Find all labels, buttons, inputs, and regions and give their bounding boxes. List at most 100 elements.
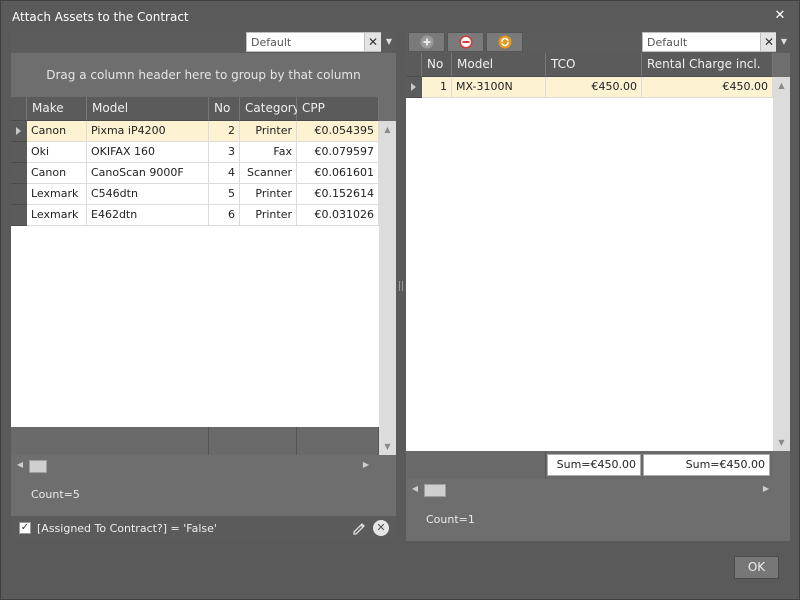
left-count-label: Count=5 (31, 488, 80, 501)
cell-cpp[interactable]: €0.031026 (297, 205, 379, 226)
left-grid: Make Model No Category CPP Canon Pixma i… (11, 97, 379, 427)
right-grid: No Model TCO Rental Charge incl. fix 1 M… (406, 53, 773, 451)
left-grid-footer (11, 427, 379, 455)
col-header-model[interactable]: Model (87, 97, 209, 121)
col-header-rental-charge[interactable]: Rental Charge incl. fix (642, 53, 773, 93)
cell-make[interactable]: Lexmark (27, 184, 87, 205)
cell-cpp[interactable]: €0.152614 (297, 184, 379, 205)
cell-category[interactable]: Printer (240, 121, 297, 142)
attached-assets-panel: Default ✕ ▼ No Model TCO Rental Charge i… (406, 31, 792, 541)
right-count-label: Count=1 (426, 513, 475, 526)
col-header-no[interactable]: No (422, 53, 452, 77)
rental-charge-sum: Sum=€450.00 (643, 454, 770, 476)
cell-model[interactable]: Pixma iP4200 (87, 121, 209, 142)
scroll-thumb[interactable] (29, 460, 47, 473)
scroll-up-icon[interactable]: ▲ (379, 125, 396, 134)
col-header-cpp[interactable]: CPP (297, 97, 379, 121)
row-indicator (11, 142, 27, 163)
ok-button[interactable]: OK (734, 556, 779, 579)
right-layout-dropdown-icon[interactable]: ▼ (776, 32, 792, 52)
cell-no[interactable]: 5 (209, 184, 240, 205)
table-row[interactable]: Canon Pixma iP4200 2 Printer €0.054395 (11, 121, 379, 142)
cell-category[interactable]: Fax (240, 142, 297, 163)
cell-model[interactable]: C546dtn (87, 184, 209, 205)
cell-no[interactable]: 2 (209, 121, 240, 142)
close-icon[interactable]: ✕ (773, 9, 787, 23)
clear-filter-icon[interactable]: ✕ (373, 520, 389, 536)
cell-rental-charge[interactable]: €450.00 (642, 77, 773, 98)
row-indicator (11, 163, 27, 184)
cell-make[interactable]: Lexmark (27, 205, 87, 226)
cell-no[interactable]: 3 (209, 142, 240, 163)
refresh-icon (498, 35, 512, 49)
cell-model[interactable]: CanoScan 9000F (87, 163, 209, 184)
col-header-category[interactable]: Category (240, 97, 300, 121)
cell-model[interactable]: MX-3100N (452, 77, 546, 98)
left-horizontal-scrollbar[interactable]: ◀ ▶ (11, 455, 379, 477)
current-row-arrow-icon (16, 127, 21, 135)
group-by-area[interactable]: Drag a column header here to group by th… (11, 53, 396, 97)
cell-make[interactable]: Canon (27, 163, 87, 184)
group-hint: Drag a column header here to group by th… (46, 68, 361, 82)
filter-expression[interactable]: [Assigned To Contract?] = 'False' (37, 522, 217, 535)
cell-cpp[interactable]: €0.061601 (297, 163, 379, 184)
filter-enabled-checkbox[interactable]: ✓ (19, 522, 31, 534)
col-header-make[interactable]: Make (27, 97, 87, 121)
left-vertical-scrollbar[interactable]: ▲ ▼ (379, 121, 396, 455)
table-row[interactable]: 1 MX-3100N €450.00 €450.00 (406, 77, 773, 98)
left-layout-clear-icon[interactable]: ✕ (364, 32, 382, 52)
cell-cpp[interactable]: €0.079597 (297, 142, 379, 163)
scroll-down-icon[interactable]: ▼ (773, 438, 790, 447)
refresh-button[interactable] (486, 32, 523, 52)
right-horizontal-scrollbar[interactable]: ◀ ▶ (406, 479, 773, 501)
cell-category[interactable]: Printer (240, 184, 297, 205)
panel-splitter[interactable] (396, 31, 406, 541)
scroll-left-icon[interactable]: ◀ (15, 460, 25, 469)
titlebar: Attach Assets to the Contract ✕ (1, 1, 799, 31)
col-header-no[interactable]: No (209, 97, 240, 121)
row-indicator (11, 121, 27, 142)
left-layout-combo[interactable]: Default (246, 32, 365, 52)
table-row[interactable]: Oki OKIFAX 160 3 Fax €0.079597 (11, 142, 379, 163)
scroll-right-icon[interactable]: ▶ (361, 460, 371, 469)
table-row[interactable]: Canon CanoScan 9000F 4 Scanner €0.061601 (11, 163, 379, 184)
right-vertical-scrollbar[interactable]: ▲ ▼ (773, 77, 790, 451)
cell-no[interactable]: 4 (209, 163, 240, 184)
cell-tco[interactable]: €450.00 (546, 77, 642, 98)
right-toolbar: Default ✕ ▼ (406, 31, 792, 53)
scroll-up-icon[interactable]: ▲ (773, 81, 790, 90)
plus-circle-icon (420, 35, 434, 49)
tco-sum: Sum=€450.00 (547, 454, 641, 476)
cell-make[interactable]: Oki (27, 142, 87, 163)
left-layout-dropdown-icon[interactable]: ▼ (381, 32, 397, 52)
cell-category[interactable]: Scanner (240, 163, 297, 184)
available-assets-panel: Default ✕ ▼ Drag a column header here to… (11, 31, 397, 541)
cell-make[interactable]: Canon (27, 121, 87, 142)
edit-filter-icon[interactable] (351, 520, 367, 536)
cell-no[interactable]: 6 (209, 205, 240, 226)
col-header-model[interactable]: Model (452, 53, 546, 77)
current-row-arrow-icon (411, 83, 416, 91)
add-asset-button[interactable] (408, 32, 445, 52)
right-grid-indicator-header (406, 53, 422, 77)
remove-asset-button[interactable] (447, 32, 484, 52)
table-row[interactable]: Lexmark E462dtn 6 Printer €0.031026 (11, 205, 379, 226)
cell-cpp[interactable]: €0.054395 (297, 121, 379, 142)
cell-model[interactable]: OKIFAX 160 (87, 142, 209, 163)
col-header-tco[interactable]: TCO (546, 53, 642, 77)
scroll-left-icon[interactable]: ◀ (410, 484, 420, 493)
cell-no[interactable]: 1 (422, 77, 452, 98)
scroll-right-icon[interactable]: ▶ (761, 484, 771, 493)
cell-category[interactable]: Printer (240, 205, 297, 226)
splitter-grip[interactable] (399, 281, 403, 291)
cell-model[interactable]: E462dtn (87, 205, 209, 226)
scroll-thumb[interactable] (424, 484, 446, 497)
left-toolbar: Default ✕ ▼ (11, 31, 397, 53)
row-indicator (406, 77, 422, 98)
right-grid-footer: Sum=€450.00 Sum=€450.00 (406, 451, 773, 479)
scroll-down-icon[interactable]: ▼ (379, 442, 396, 451)
table-row[interactable]: Lexmark C546dtn 5 Printer €0.152614 (11, 184, 379, 205)
minus-circle-icon (459, 35, 473, 49)
dialog-button-bar (1, 546, 799, 599)
right-layout-combo[interactable]: Default (642, 32, 761, 52)
